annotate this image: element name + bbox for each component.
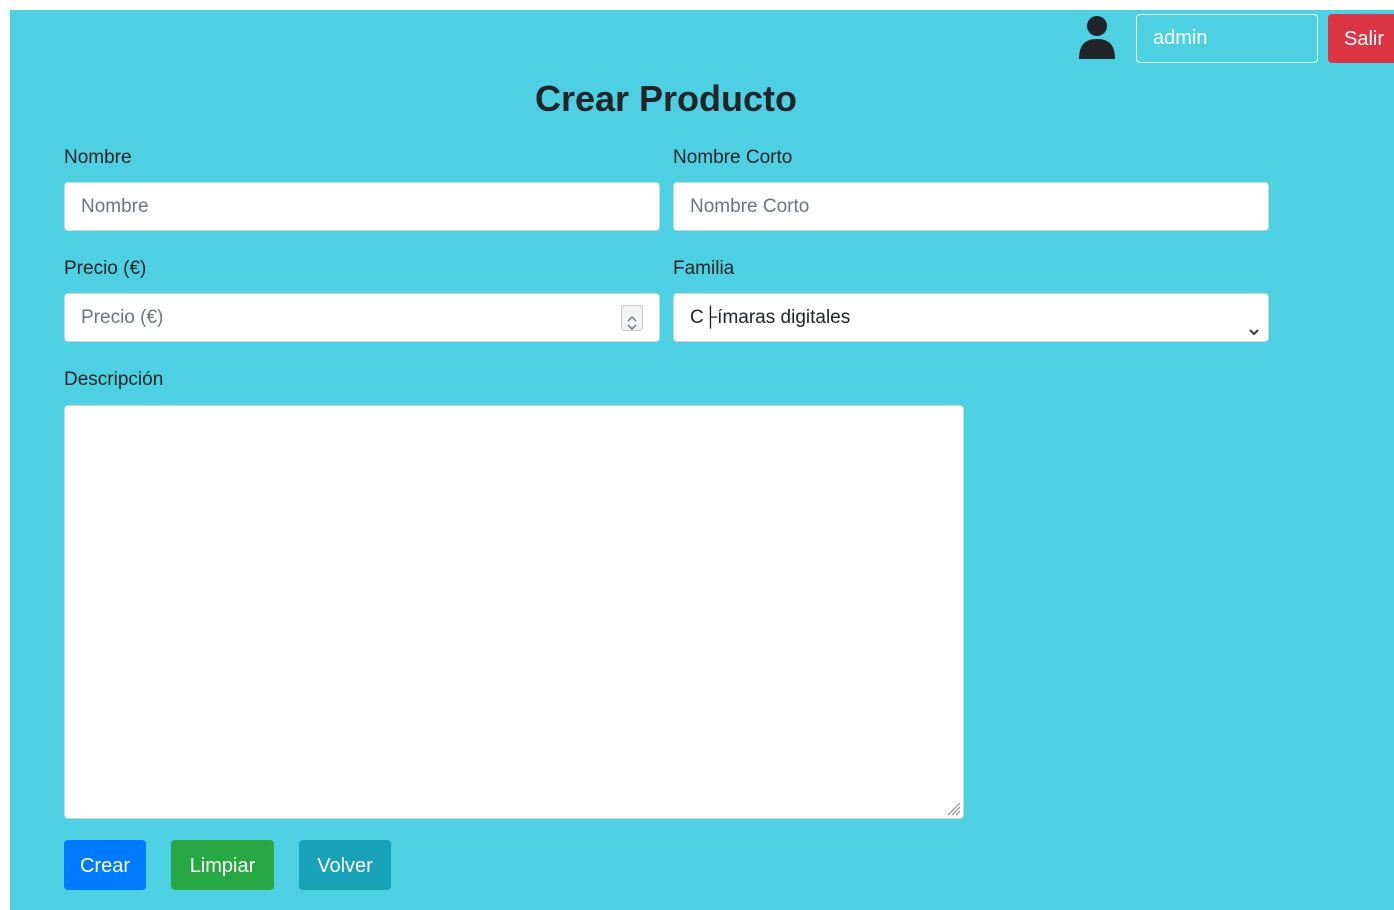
short-name-placeholder: Nombre Corto (690, 196, 810, 217)
description-label: Descripción (64, 369, 164, 390)
logout-button[interactable]: Salir (1328, 14, 1394, 63)
page: admin Salir Crear Producto Nombre Nombre… (10, 10, 1394, 910)
clear-button[interactable]: Limpiar (171, 840, 274, 890)
back-button[interactable]: Volver (299, 840, 391, 890)
family-select[interactable]: C├ímaras digitales (673, 293, 1269, 342)
create-button[interactable]: Crear (64, 840, 146, 890)
name-label: Nombre (64, 147, 132, 168)
username-field[interactable]: admin (1136, 14, 1318, 63)
name-placeholder: Nombre (81, 196, 149, 217)
resize-grip-icon[interactable] (943, 798, 961, 816)
short-name-label: Nombre Corto (673, 147, 793, 168)
page-title: Crear Producto (534, 78, 798, 119)
family-selected-value: C├ímaras digitales (690, 307, 851, 328)
price-label: Precio (€) (64, 258, 147, 279)
chevron-down-icon (1247, 310, 1261, 336)
family-label: Familia (673, 258, 735, 279)
price-placeholder: Precio (€) (81, 307, 164, 328)
user-icon (1077, 15, 1117, 59)
price-input[interactable]: Precio (€) (64, 293, 660, 342)
short-name-input[interactable]: Nombre Corto (673, 182, 1269, 231)
description-textarea[interactable] (64, 405, 964, 819)
spinner-arrows-icon[interactable] (621, 305, 643, 331)
name-input[interactable]: Nombre (64, 182, 660, 231)
